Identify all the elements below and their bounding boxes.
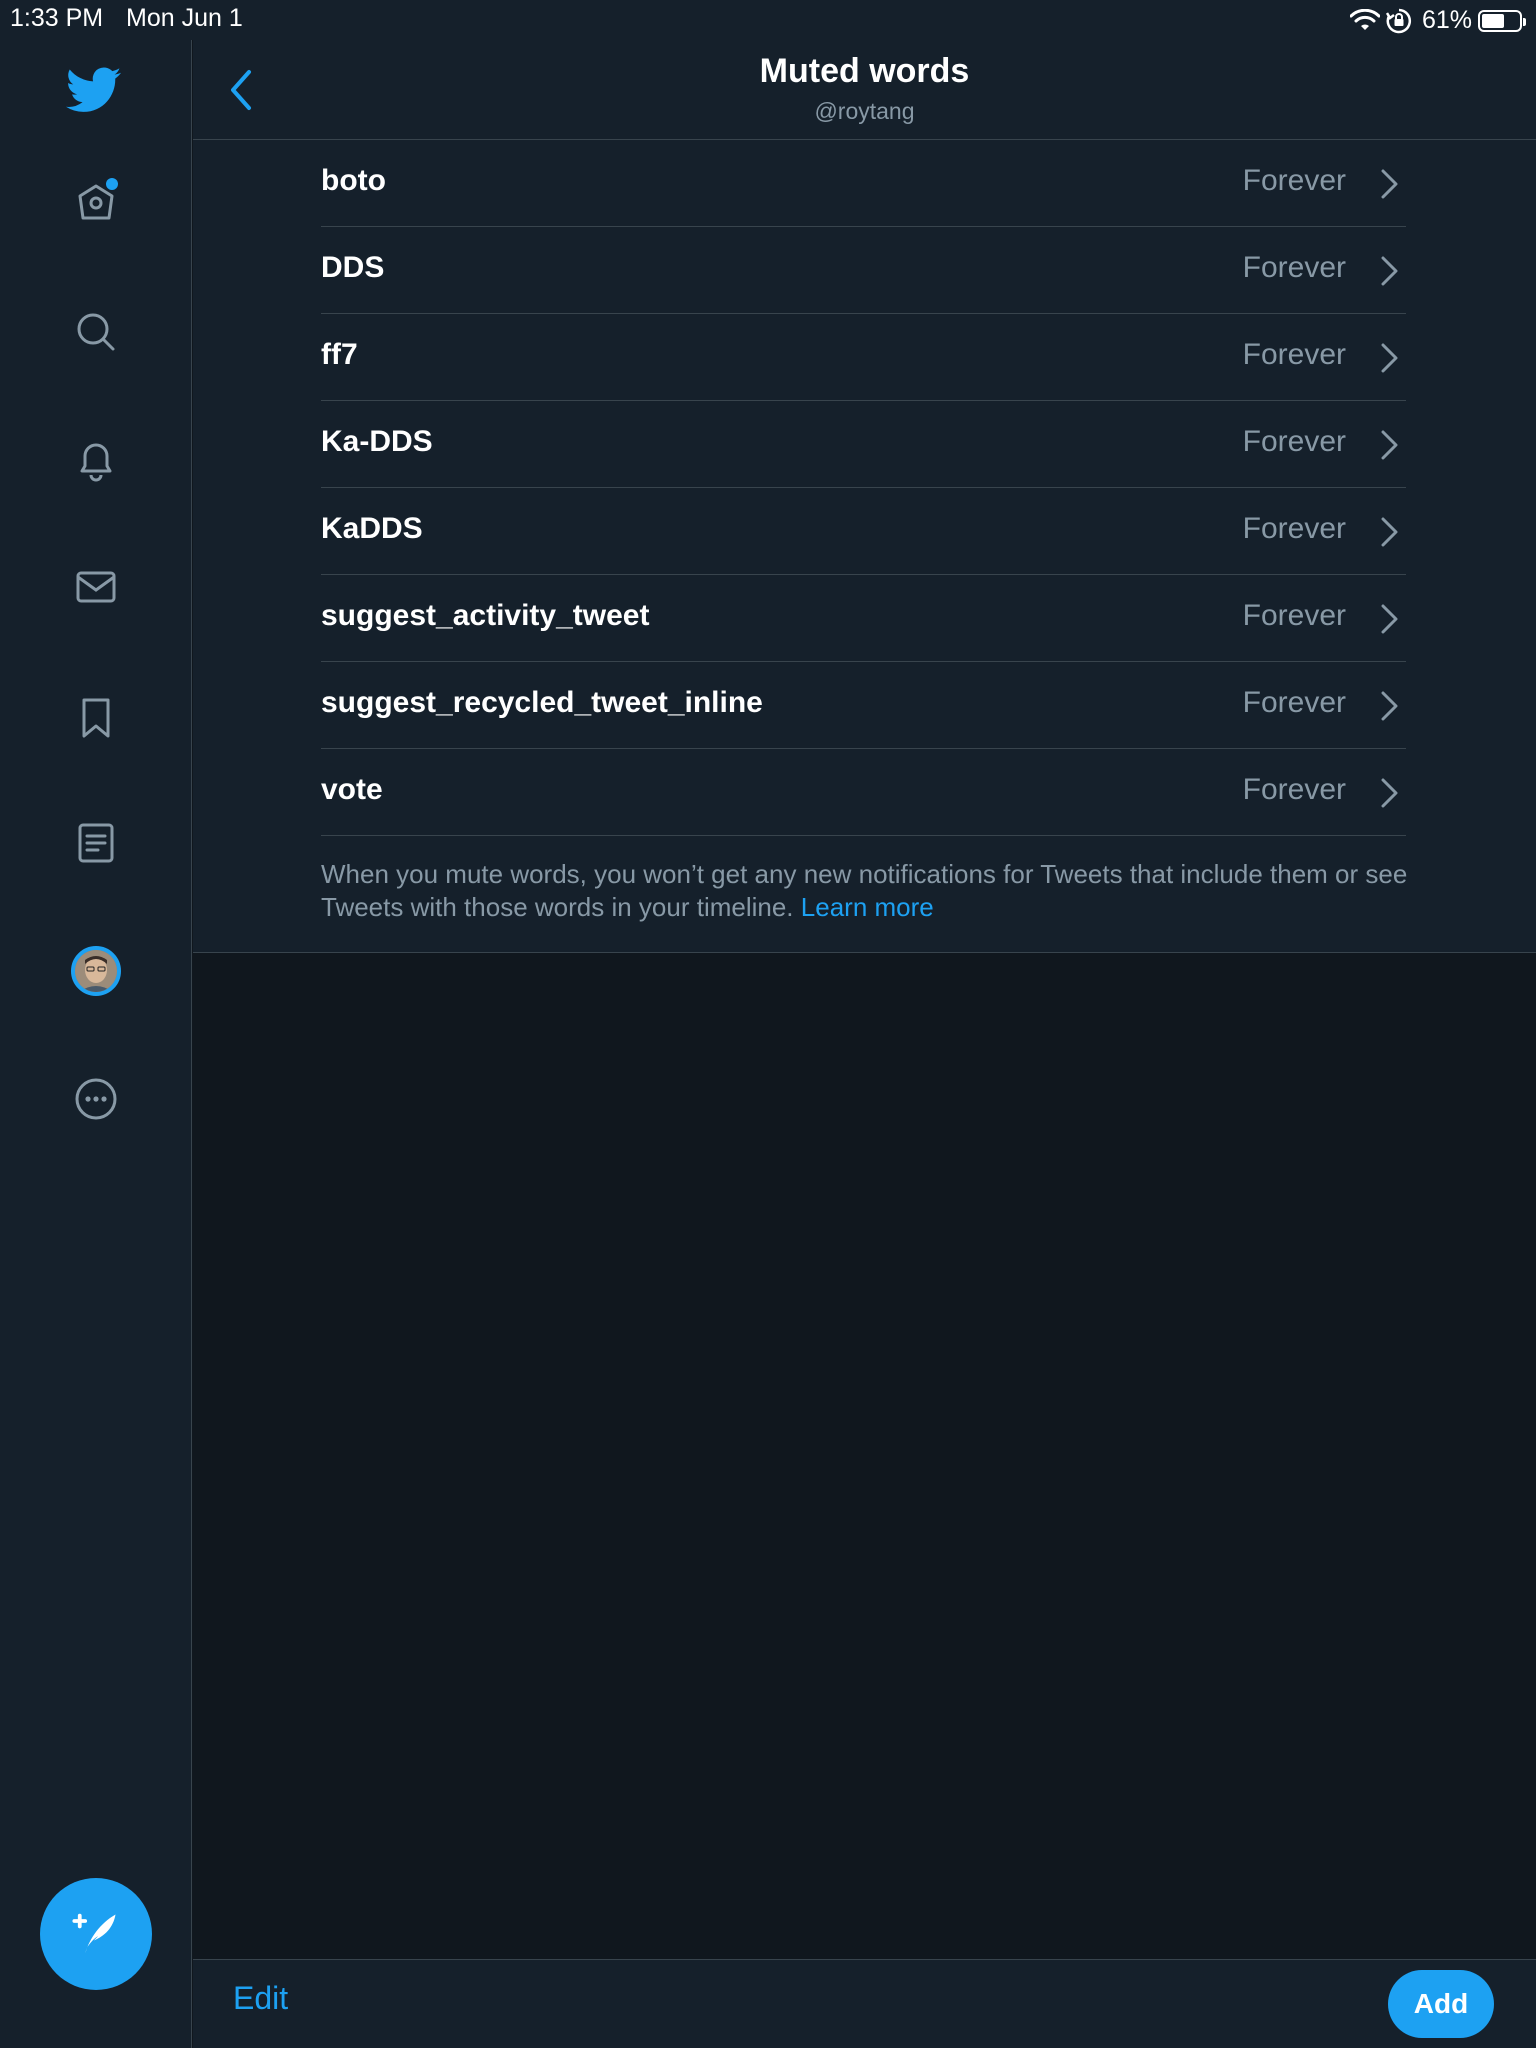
chevron-right-icon	[1381, 256, 1398, 286]
muted-word: ff7	[321, 338, 358, 371]
muted-word: boto	[321, 164, 386, 197]
muted-word-row[interactable]: ff7 Forever	[321, 314, 1406, 401]
status-indicators: 61%	[1349, 6, 1526, 35]
status-bar: 1:33 PM Mon Jun 1 61%	[0, 0, 1536, 40]
mute-duration: Forever	[1242, 164, 1346, 197]
sidebar-item-notifications[interactable]	[66, 429, 126, 489]
home-badge	[106, 178, 118, 190]
page-subtitle: @roytang	[814, 98, 915, 124]
sidebar-item-bookmarks[interactable]	[66, 688, 126, 748]
muted-word: suggest_recycled_tweet_inline	[321, 686, 763, 719]
mute-explanation: When you mute words, you won’t get any n…	[321, 858, 1421, 924]
page-title: Muted words	[759, 52, 970, 90]
twitter-logo-icon[interactable]	[66, 62, 126, 122]
muted-word: suggest_activity_tweet	[321, 599, 650, 632]
muted-word-row[interactable]: vote Forever	[321, 749, 1406, 836]
more-icon	[75, 1078, 117, 1120]
muted-word-row[interactable]: suggest_recycled_tweet_inline Forever	[321, 662, 1406, 749]
muted-word: Ka-DDS	[321, 425, 433, 458]
mute-duration: Forever	[1242, 773, 1346, 806]
sidebar-item-messages[interactable]	[66, 557, 126, 617]
avatar[interactable]	[71, 946, 121, 996]
mute-duration: Forever	[1242, 251, 1346, 284]
orientation-lock-icon	[1385, 8, 1411, 33]
chevron-right-icon	[1381, 517, 1398, 547]
compose-tweet-button[interactable]	[40, 1878, 152, 1990]
status-time: 1:33 PM	[10, 4, 104, 32]
chevron-right-icon	[1381, 604, 1398, 634]
muted-word-row[interactable]: DDS Forever	[321, 227, 1406, 314]
mute-duration: Forever	[1242, 425, 1346, 458]
search-icon	[77, 313, 115, 351]
mute-duration: Forever	[1242, 599, 1346, 632]
mute-duration: Forever	[1242, 338, 1346, 371]
muted-word-row[interactable]: Ka-DDS Forever	[321, 401, 1406, 488]
mute-duration: Forever	[1242, 686, 1346, 719]
battery-level	[1482, 13, 1504, 28]
compose-tweet-icon	[72, 1913, 116, 1954]
muted-word: DDS	[321, 251, 385, 284]
add-button[interactable]: Add	[1388, 1970, 1494, 2038]
battery-percent: 61%	[1421, 6, 1472, 34]
learn-more-link[interactable]: Learn more	[801, 892, 934, 922]
battery-icon	[1478, 9, 1526, 32]
mail-icon	[76, 571, 116, 603]
bookmark-icon	[82, 698, 110, 738]
status-date: Mon Jun 1	[126, 4, 243, 32]
wifi-icon	[1349, 8, 1380, 30]
bottom-toolbar: Edit Add	[193, 1959, 1536, 2048]
sidebar-item-lists[interactable]	[66, 813, 126, 873]
profile-photo	[75, 950, 117, 992]
sidebar-item-home[interactable]	[66, 172, 126, 232]
sidebar	[0, 0, 192, 2048]
chevron-right-icon	[1381, 169, 1398, 199]
muted-word-row[interactable]: suggest_activity_tweet Forever	[321, 575, 1406, 662]
mute-duration: Forever	[1242, 512, 1346, 545]
bell-icon	[80, 443, 112, 482]
muted-word: vote	[321, 773, 383, 806]
chevron-right-icon	[1381, 778, 1398, 808]
chevron-right-icon	[1381, 343, 1398, 373]
muted-word: KaDDS	[321, 512, 423, 545]
muted-word-row[interactable]: KaDDS Forever	[321, 488, 1406, 575]
chevron-right-icon	[1381, 430, 1398, 460]
muted-words-list: boto Forever DDS Forever ff7 Forever Ka-…	[193, 140, 1536, 953]
muted-word-row[interactable]: boto Forever	[321, 140, 1406, 227]
chevron-right-icon	[1381, 691, 1398, 721]
sidebar-item-explore[interactable]	[66, 302, 126, 362]
list-icon	[78, 823, 114, 863]
sidebar-item-more[interactable]	[66, 1069, 126, 1129]
main-content: Muted words @roytang boto Forever DDS Fo…	[193, 0, 1536, 2048]
edit-button[interactable]: Edit	[233, 1980, 288, 2017]
